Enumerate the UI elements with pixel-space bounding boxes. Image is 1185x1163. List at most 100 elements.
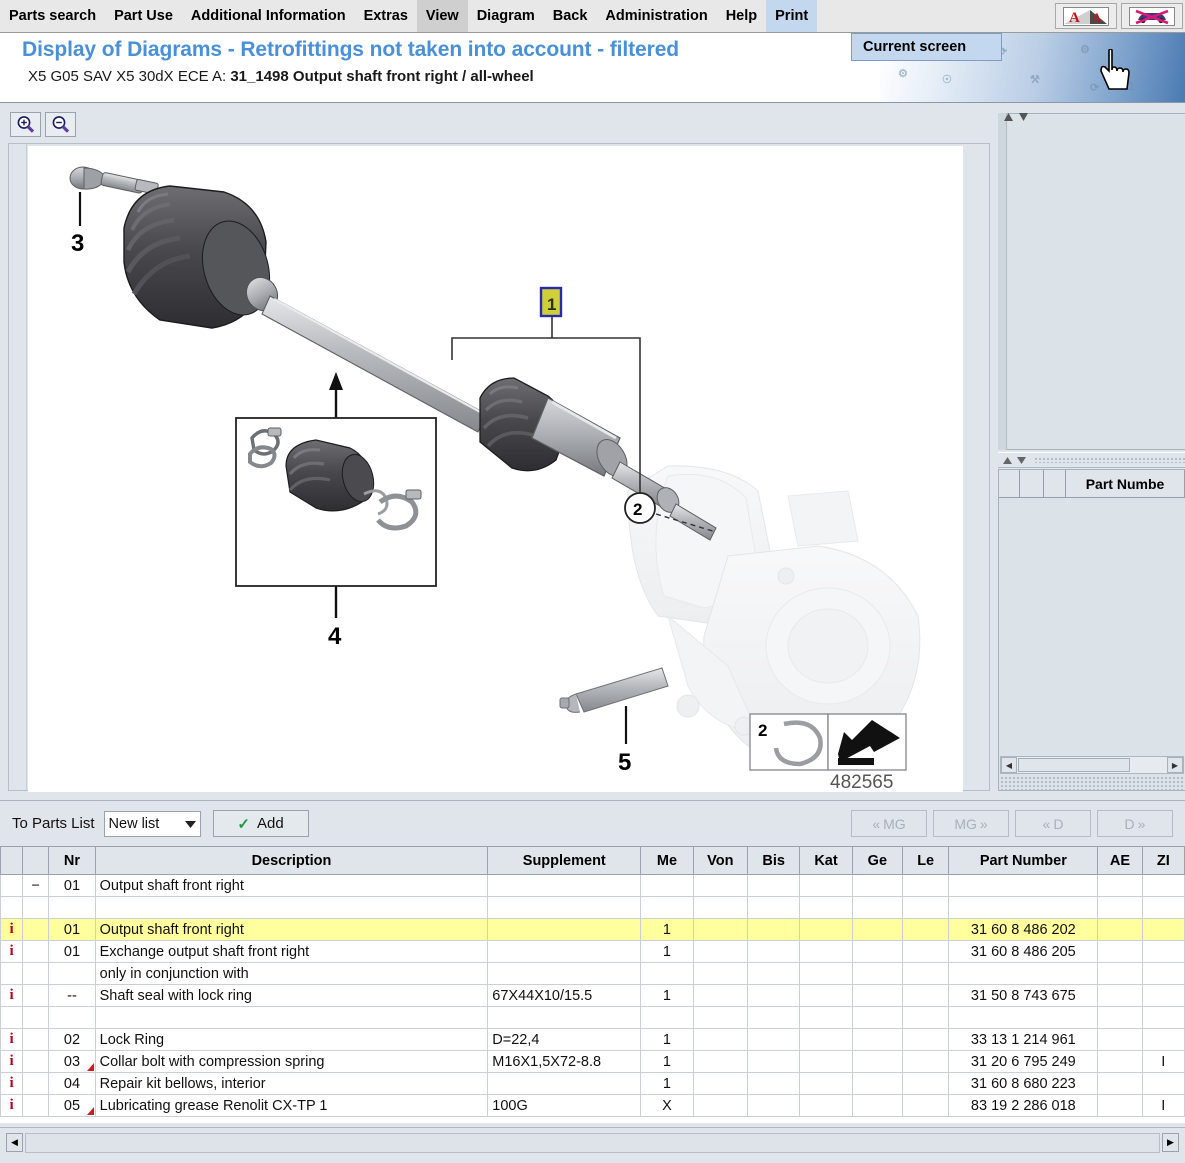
cell-expand[interactable]: − xyxy=(22,874,50,897)
th-von[interactable]: Von xyxy=(692,846,749,875)
scroll-right-arrow[interactable]: ▶ xyxy=(1162,1133,1179,1152)
cell-expand[interactable] xyxy=(22,940,50,963)
part-number-panel[interactable]: Part Numbe ◀ ▶ xyxy=(998,469,1185,791)
cell-info[interactable]: i xyxy=(0,940,24,963)
related-info-panel-gutter[interactable] xyxy=(998,113,1007,450)
zoom-in-button[interactable] xyxy=(10,112,41,137)
info-icon[interactable]: i xyxy=(9,1097,13,1113)
cell-info[interactable] xyxy=(0,874,24,897)
th-kat[interactable]: Kat xyxy=(799,846,853,875)
cell-info[interactable] xyxy=(0,896,24,919)
th-bis[interactable]: Bis xyxy=(746,846,801,875)
cell-expand[interactable] xyxy=(22,1050,50,1073)
th-expand[interactable] xyxy=(22,846,50,875)
th-ge[interactable]: Ge xyxy=(851,846,904,875)
th-ae[interactable]: AE xyxy=(1097,846,1143,875)
panel-scroll-arrows[interactable] xyxy=(1003,111,1029,123)
vehicle-filter-button[interactable] xyxy=(1121,3,1183,29)
part-number-panel-header: Part Numbe xyxy=(999,470,1185,498)
th-me[interactable]: Me xyxy=(640,846,694,875)
scroll-left-arrow[interactable]: ◀ xyxy=(6,1133,23,1152)
horizontal-scrollbar[interactable]: ◀ ▶ xyxy=(0,1127,1185,1157)
cell-zi xyxy=(1141,918,1185,941)
th-part-number[interactable]: Part Number xyxy=(948,846,1099,875)
cell-expand[interactable] xyxy=(22,1006,50,1029)
add-button[interactable]: ✓ Add xyxy=(212,810,309,837)
th-description[interactable]: Description xyxy=(94,846,489,875)
part-number-panel-hscrollbar[interactable]: ◀ ▶ xyxy=(1000,756,1184,774)
table-row[interactable]: i 01 Output shaft front right 1 31 60 8 486 … xyxy=(0,918,1185,941)
zoom-out-button[interactable] xyxy=(45,112,76,137)
info-icon[interactable]: i xyxy=(9,943,13,959)
menu-item-extras[interactable]: Extras xyxy=(355,0,417,32)
scroll-right-arrow[interactable]: ▶ xyxy=(1167,757,1183,773)
parts-list-select[interactable]: New list xyxy=(103,810,201,837)
diagram-canvas[interactable]: 3 1 2 4 5 2 482565 xyxy=(28,146,963,792)
menu-item-view[interactable]: View xyxy=(416,0,468,32)
cell-expand[interactable] xyxy=(22,1094,50,1117)
cell-info[interactable]: i xyxy=(0,1094,24,1117)
cell-expand[interactable] xyxy=(22,918,50,941)
cell-expand[interactable] xyxy=(22,1028,50,1051)
cell-info[interactable]: i xyxy=(0,918,24,941)
th-nr[interactable]: Nr xyxy=(48,846,96,875)
scroll-thumb[interactable] xyxy=(1018,758,1130,772)
info-icon[interactable]: i xyxy=(9,1031,13,1047)
th-le[interactable]: Le xyxy=(902,846,950,875)
table-row[interactable] xyxy=(0,1006,1185,1029)
menu-item-part-use[interactable]: Part Use xyxy=(105,0,182,32)
part-number-panel-body[interactable] xyxy=(1000,499,1184,767)
table-row[interactable]: only in conjunction with xyxy=(0,962,1185,985)
th-info[interactable] xyxy=(0,846,24,875)
related-info-panel[interactable] xyxy=(998,113,1185,450)
menu-item-print[interactable]: Print xyxy=(766,0,818,32)
menu-item-help[interactable]: Help xyxy=(717,0,766,32)
menu-item-additional-information[interactable]: Additional Information xyxy=(182,0,355,32)
double-chevron-right-icon: » xyxy=(1137,815,1146,832)
next-d-button[interactable]: D » xyxy=(1097,810,1173,837)
table-row[interactable]: i 05 Lubricating grease Renolit CX-TP 1 100… xyxy=(0,1094,1185,1117)
th-supplement[interactable]: Supplement xyxy=(487,846,642,875)
scroll-left-arrow[interactable]: ◀ xyxy=(1001,757,1017,773)
print-menu-dropdown[interactable]: Current screen xyxy=(851,33,1002,61)
th-zi[interactable]: ZI xyxy=(1141,846,1185,875)
scroll-track[interactable] xyxy=(25,1132,1160,1153)
panel-splitter[interactable] xyxy=(998,452,1185,468)
menu-option-current-screen[interactable]: Current screen xyxy=(863,39,966,55)
table-row[interactable]: −01 Output shaft front right xyxy=(0,874,1185,897)
menu-item-diagram[interactable]: Diagram xyxy=(468,0,544,32)
prev-d-button[interactable]: « D xyxy=(1015,810,1091,837)
cell-info[interactable] xyxy=(0,962,24,985)
info-icon[interactable]: i xyxy=(9,921,13,937)
diagram-left-gutter xyxy=(9,144,27,790)
cell-zi xyxy=(1141,940,1185,963)
parts-table-container[interactable]: Nr Description Supplement Me Von Bis Kat… xyxy=(0,846,1185,1123)
diagram-viewport[interactable]: 3 1 2 4 5 2 482565 xyxy=(8,143,990,792)
table-row[interactable]: i 02 Lock Ring D=22,4 1 33 13 1 214 961 xyxy=(0,1028,1185,1051)
cell-info[interactable]: i xyxy=(0,1050,24,1073)
menu-item-administration[interactable]: Administration xyxy=(596,0,716,32)
menu-item-parts-search[interactable]: Parts search xyxy=(0,0,105,32)
next-mg-button[interactable]: MG » xyxy=(933,810,1009,837)
cell-expand[interactable] xyxy=(22,896,50,919)
info-icon[interactable]: i xyxy=(9,1053,13,1069)
table-row[interactable] xyxy=(0,896,1185,919)
menu-item-back[interactable]: Back xyxy=(544,0,597,32)
table-row[interactable]: i 03 Collar bolt with compression spring M1… xyxy=(0,1050,1185,1073)
table-row[interactable]: i -- Shaft seal with lock ring 67X44X10/15.… xyxy=(0,984,1185,1007)
cell-info[interactable]: i xyxy=(0,1072,24,1095)
table-row[interactable]: i 04 Repair kit bellows, interior 1 31 60 8 … xyxy=(0,1072,1185,1095)
cell-expand[interactable] xyxy=(22,1072,50,1095)
info-icon[interactable]: i xyxy=(9,987,13,1003)
cell-info[interactable] xyxy=(0,1006,24,1029)
cell-expand[interactable] xyxy=(22,984,50,1007)
table-row[interactable]: i 01 Exchange output shaft front right 1 31 … xyxy=(0,940,1185,963)
info-icon[interactable]: i xyxy=(9,1075,13,1091)
prev-mg-button[interactable]: « MG xyxy=(851,810,927,837)
font-size-button[interactable]: A A xyxy=(1055,3,1117,29)
cell-ge xyxy=(851,962,904,985)
cell-expand[interactable] xyxy=(22,962,50,985)
cell-info[interactable]: i xyxy=(0,1028,24,1051)
cell-ge xyxy=(851,984,904,1007)
cell-info[interactable]: i xyxy=(0,984,24,1007)
